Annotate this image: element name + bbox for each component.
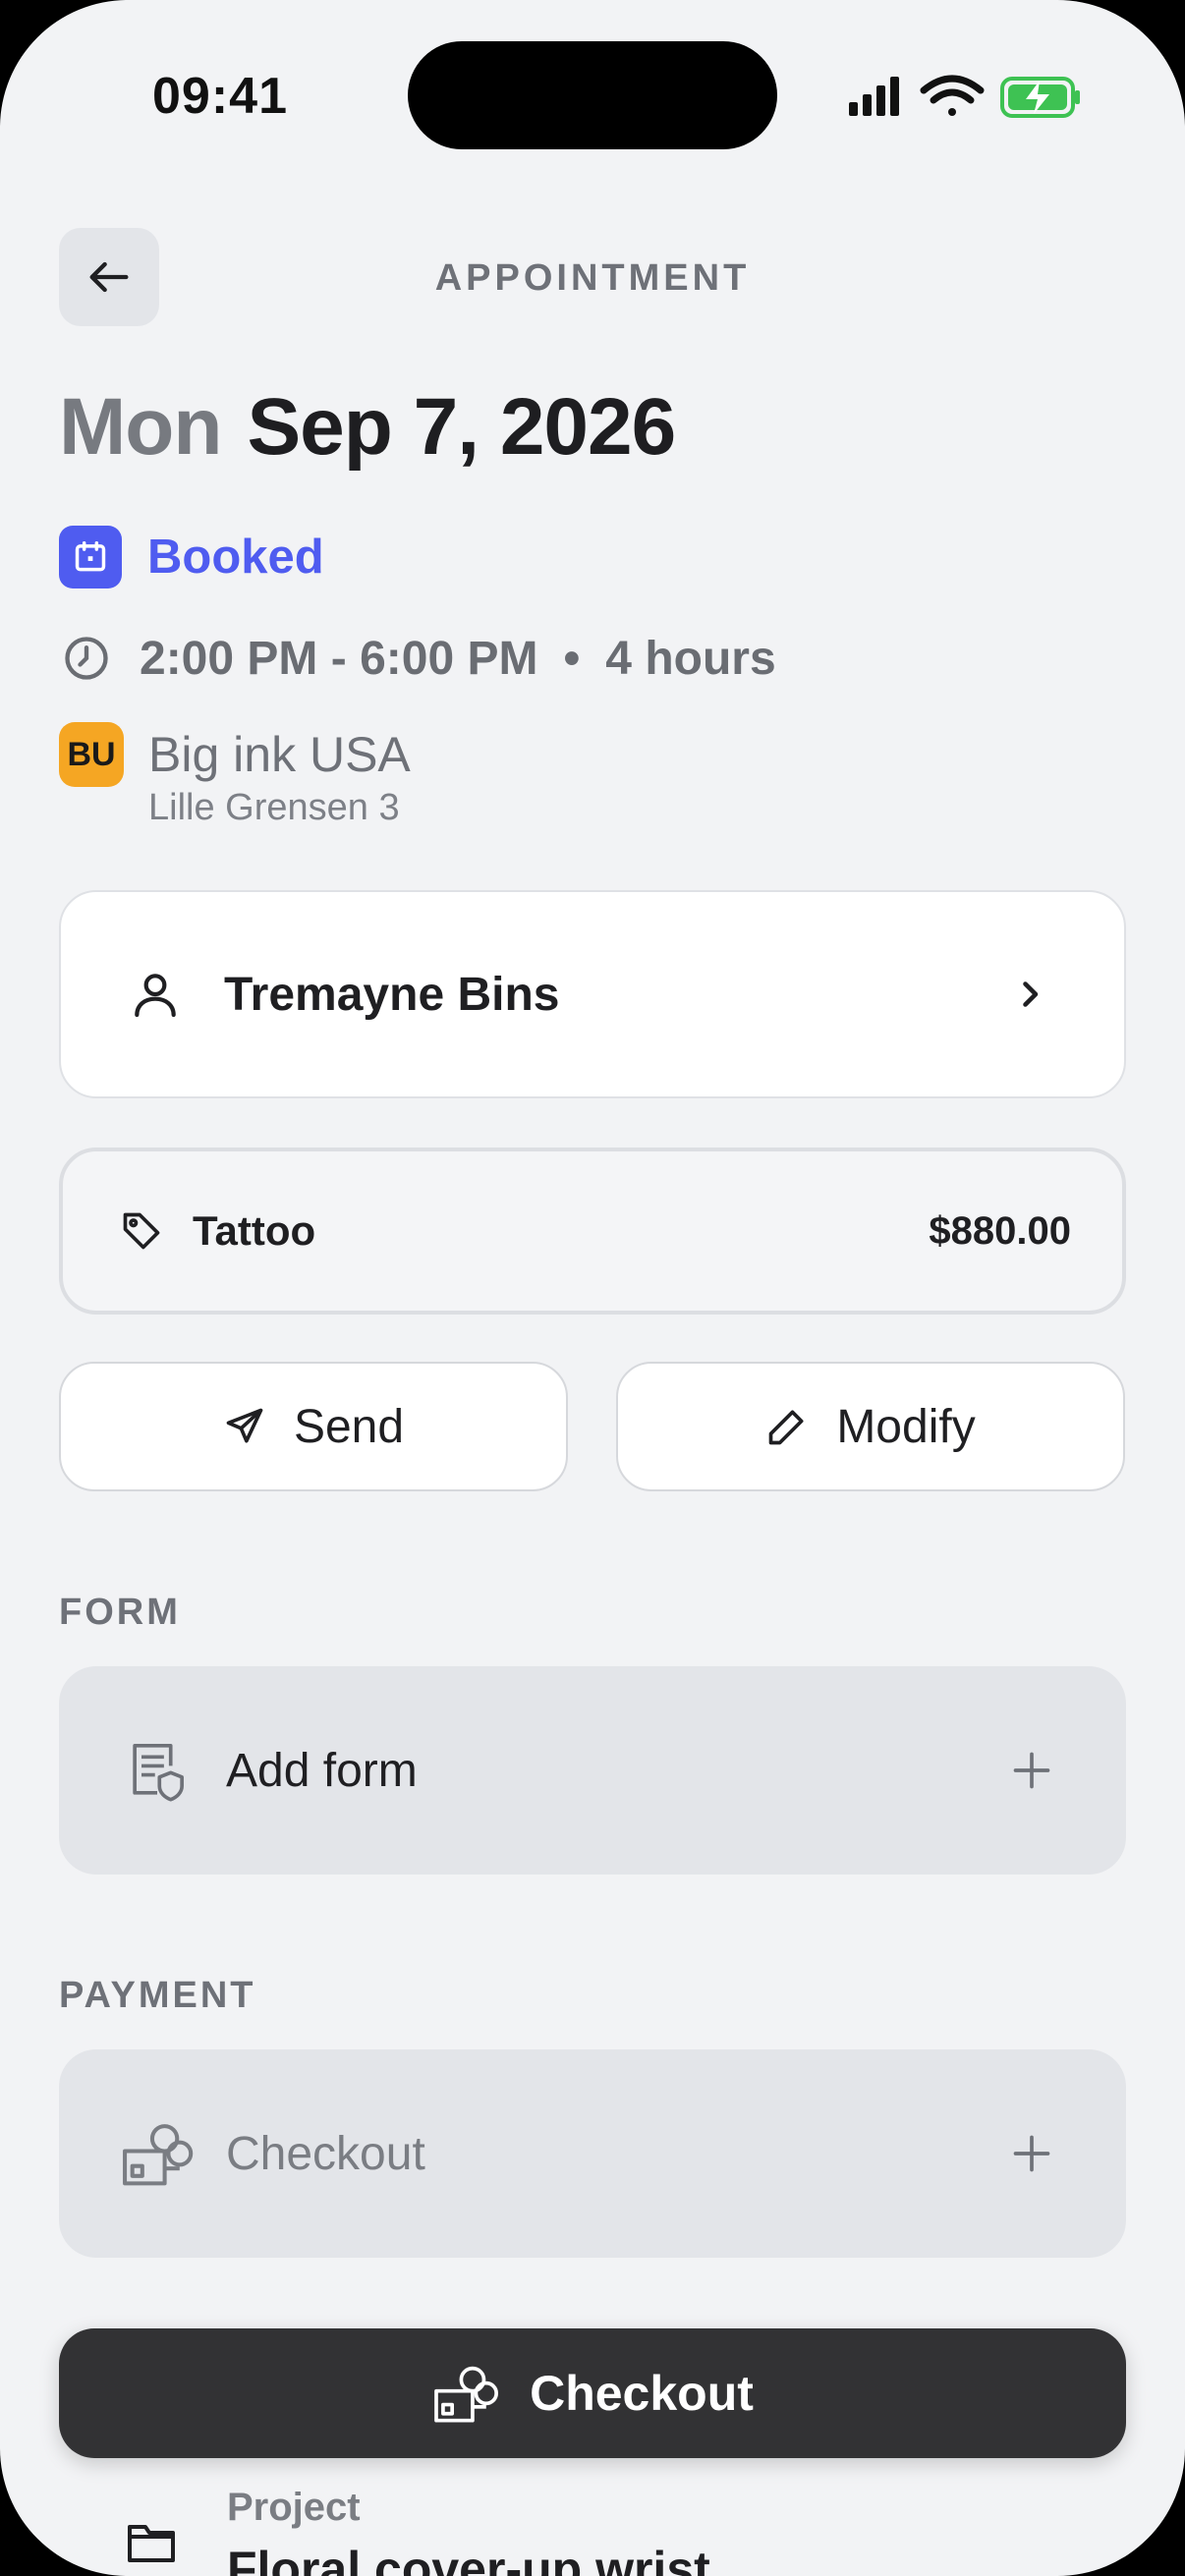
chevron-right-icon [1023,981,1039,1007]
send-label: Send [293,1400,405,1453]
status-icons [847,73,1083,122]
calendar-icon [59,526,122,588]
project-value: Floral cover-up wrist [227,2542,710,2576]
status-badge: Booked [59,526,324,588]
time-range: 2:00 PM - 6:00 PM [140,632,538,685]
payment-icon [434,2366,499,2423]
weekday-label: Mon [59,382,222,472]
separator-dot: • [563,632,581,685]
form-document-icon [120,1739,195,1802]
cellular-signal-icon [849,77,899,116]
studio-address: Lille Grensen 3 [148,787,400,828]
status-label: Booked [147,531,324,584]
appointment-screen: 09:41 APPOINTMENT Mon Sep 7, 2026 Booked… [0,0,1185,2576]
folder-icon [128,2525,175,2562]
plus-icon [1013,1752,1050,1789]
service-name: Tattoo [193,1207,316,1254]
person-icon [135,974,176,1018]
service-card[interactable]: Tattoo $880.00 [59,1148,1126,1315]
send-icon [226,1408,263,1443]
tag-icon [123,1212,160,1250]
send-button[interactable]: Send [59,1362,568,1491]
dynamic-island [408,41,777,149]
studio-name: Big ink USA [148,727,411,782]
form-section-label: FORM [59,1592,181,1633]
clock-icon [65,637,108,680]
project-label: Project [227,2486,361,2529]
project-row[interactable]: Project Floral cover-up wrist [0,2486,1185,2576]
client-name: Tremayne Bins [224,968,560,1021]
modify-label: Modify [836,1400,976,1453]
add-checkout-card[interactable]: Checkout [59,2049,1126,2258]
pencil-icon [768,1410,804,1445]
time-row: 2:00 PM - 6:00 PM • 4 hours [61,627,776,690]
duration: 4 hours [605,632,776,685]
modify-button[interactable]: Modify [616,1362,1125,1491]
studio-avatar: BU [59,722,124,787]
payment-section-label: PAYMENT [59,1975,256,2016]
wifi-icon [920,75,985,116]
checkout-button[interactable]: Checkout [59,2328,1126,2458]
client-card[interactable]: Tremayne Bins [59,890,1126,1098]
add-form-label: Add form [226,1744,418,1797]
add-checkout-label: Checkout [226,2127,425,2180]
payment-icon [120,2121,195,2186]
add-form-card[interactable]: Add form [59,1666,1126,1875]
service-price: $880.00 [929,1208,1071,1253]
checkout-button-label: Checkout [530,2366,754,2421]
appointment-date: Mon Sep 7, 2026 [59,381,676,474]
page-title: APPOINTMENT [434,257,751,299]
status-time: 09:41 [152,68,288,125]
battery-icon [1000,77,1080,118]
date-label: Sep 7, 2026 [247,382,676,472]
plus-icon [1013,2135,1050,2172]
